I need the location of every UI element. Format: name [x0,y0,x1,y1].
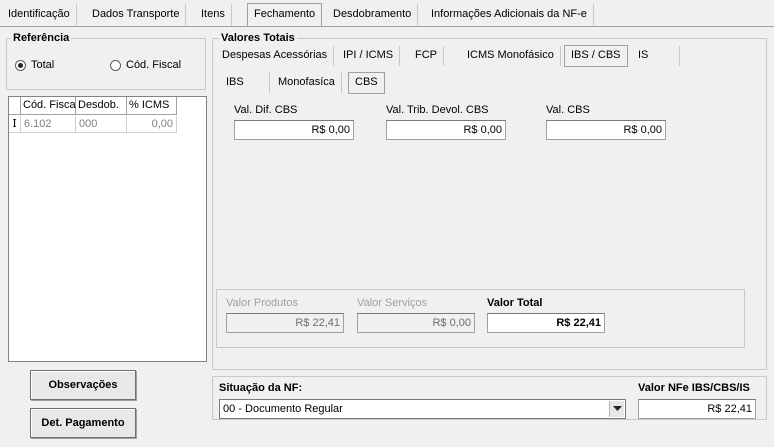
tab-icms-monofasico[interactable]: ICMS Monofásico [461,46,561,66]
cell-cod-fiscal[interactable]: 6.102 [21,116,76,133]
grid-col-desdob[interactable]: Desdob. [76,97,127,115]
tab-ipi-icms[interactable]: IPI / ICMS [337,46,401,66]
tab-informacoes-adicionais-label: Informações Adicionais da NF-e [431,8,587,20]
valor-nfe-field: R$ 22,41 [638,399,756,419]
tab-ibs-cbs[interactable]: IBS / CBS [564,45,628,67]
tab-dados-transporte[interactable]: Dados Transporte [86,4,187,26]
grid-col-cod-fiscal[interactable]: Cód. Fiscal [21,97,78,115]
tab-ibs-cbs-label: IBS / CBS [571,49,621,61]
radio-total-dot[interactable] [15,59,26,71]
tab-fcp-label: FCP [415,49,437,61]
tab-ibs[interactable]: IBS [220,73,270,93]
tab-ibs-label: IBS [226,76,244,88]
tab-desdobramento-label: Desdobramento [333,8,412,20]
det-pagamento-button-label: Det. Pagamento [41,417,125,429]
valor-servicos-field: R$ 0,00 [357,313,475,333]
observacoes-button[interactable]: Observações [30,370,136,400]
tab-dados-transporte-label: Dados Transporte [92,8,180,20]
chevron-down-icon[interactable] [609,401,624,417]
table-row[interactable]: I 6.102 000 0,00 [9,116,177,133]
valor-total-label: Valor Total [487,297,543,309]
tab-itens[interactable]: Itens [195,4,232,26]
tab-cbs-label: CBS [355,76,378,88]
tab-identificacao-label: Identificação [8,8,70,20]
tabstrip-divider [0,26,774,27]
tab-fechamento[interactable]: Fechamento [247,3,323,27]
situacao-select-value: 00 - Documento Regular [223,403,343,415]
det-pagamento-button[interactable]: Det. Pagamento [30,408,136,438]
situacao-label: Situação da NF: [219,382,303,394]
tab-identificacao[interactable]: Identificação [2,4,77,26]
valor-produtos-field: R$ 22,41 [226,313,344,333]
tab-ipi-icms-label: IPI / ICMS [343,49,394,61]
tab-icms-monofasico-label: ICMS Monofásico [467,49,554,61]
tab-is-label: IS [638,49,649,61]
tab-monofasica[interactable]: Monofasíca [272,73,342,93]
grid-col-icms[interactable]: % ICMS [127,97,177,115]
radio-cod-fiscal-dot[interactable] [110,59,121,71]
tab-desdobramento[interactable]: Desdobramento [327,4,419,26]
tab-despesas-acessorias-label: Despesas Acessórias [222,49,328,61]
cfop-grid[interactable]: Cód. Fiscal Desdob. % ICMS I 6.102 000 0… [8,96,207,362]
tab-despesas-acessorias[interactable]: Despesas Acessórias [216,46,335,66]
grid-indicator-header [9,97,21,115]
val-dif-cbs-label: Val. Dif. CBS [234,104,298,116]
text-cursor-icon: I [9,116,21,133]
val-trib-devol-cbs-label: Val. Trib. Devol. CBS [386,104,489,116]
valor-nfe-label: Valor NFe IBS/CBS/IS [638,382,750,394]
tab-is[interactable]: IS [632,46,680,66]
cell-icms[interactable]: 0,00 [127,116,177,133]
valor-total-field: R$ 22,41 [487,313,605,333]
radio-total[interactable]: Total [15,59,54,71]
tab-fechamento-label: Fechamento [254,8,316,20]
val-cbs-label: Val. CBS [546,104,590,116]
main-tabstrip: Identificação Dados Transporte Itens Fec… [0,0,774,27]
radio-cod-fiscal-label: Cód. Fiscal [126,59,182,71]
grid-header: Cód. Fiscal Desdob. % ICMS [9,97,177,115]
tab-monofasica-label: Monofasíca [278,76,335,88]
tab-itens-label: Itens [201,8,225,20]
observacoes-button-label: Observações [48,379,118,391]
tab-fcp[interactable]: FCP [409,46,444,66]
referencia-title: Referência [11,32,72,44]
situacao-select[interactable]: 00 - Documento Regular [219,399,626,419]
tab-cbs[interactable]: CBS [348,72,385,94]
valor-servicos-label: Valor Serviços [357,297,428,309]
radio-cod-fiscal[interactable]: Cód. Fiscal [110,59,181,71]
cell-desdob[interactable]: 000 [76,116,127,133]
val-dif-cbs-field[interactable]: R$ 0,00 [234,120,354,140]
val-cbs-field[interactable]: R$ 0,00 [546,120,666,140]
radio-total-label: Total [31,59,55,71]
tab-informacoes-adicionais[interactable]: Informações Adicionais da NF-e [425,4,594,26]
val-trib-devol-cbs-field[interactable]: R$ 0,00 [386,120,506,140]
valor-produtos-label: Valor Produtos [226,297,298,309]
valores-totais-title: Valores Totais [219,32,297,44]
